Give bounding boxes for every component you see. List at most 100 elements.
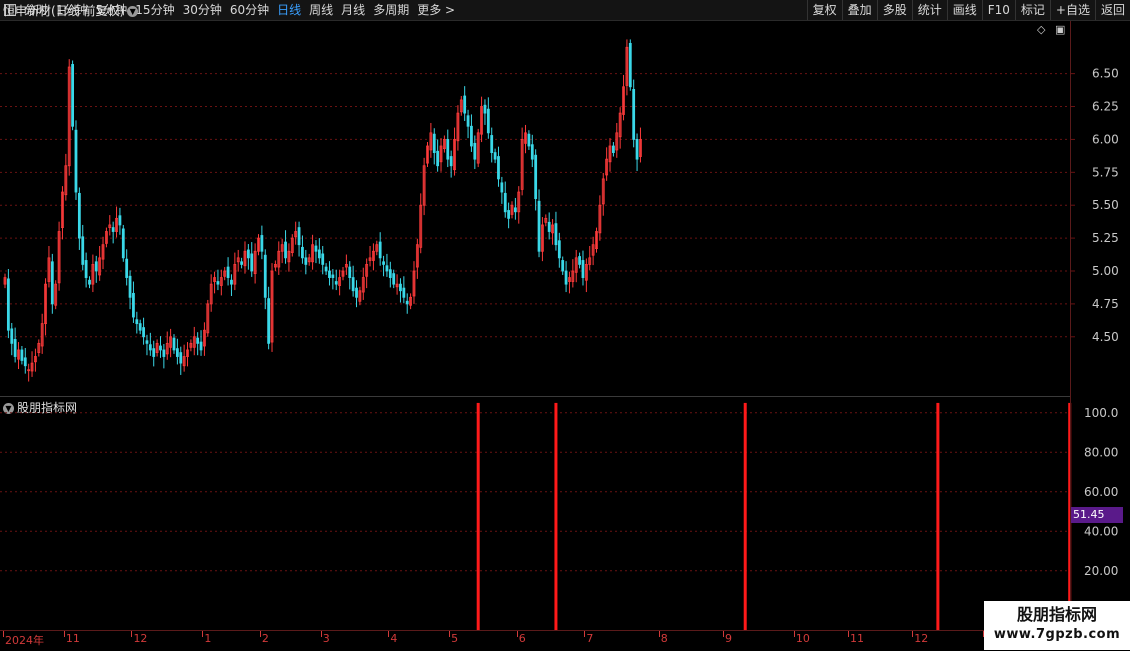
toolbar-action-button[interactable]: +自选 xyxy=(1049,0,1095,20)
candle-body xyxy=(503,192,507,213)
candle-body xyxy=(507,210,511,219)
toolbar: 分时 1分钟 5分钟 15分钟 30分钟 60分钟 日线 周线 月线 多周期 更多 > 复权 叠加 多股… xyxy=(0,0,1130,21)
date-tick xyxy=(658,631,660,637)
date-tick xyxy=(131,631,133,637)
date-tick xyxy=(202,631,204,637)
price-tick-label: 5.25 xyxy=(1092,231,1119,245)
candle-body xyxy=(483,104,487,114)
date-tick xyxy=(388,631,390,637)
indicator-tick-label: 40.00 xyxy=(1084,524,1118,538)
candle-body xyxy=(578,256,581,265)
diamond-icon[interactable]: ◇ xyxy=(1037,23,1045,36)
price-chart[interactable]: 6.50 6.25 6.00 5.75 5.50 5.25 5.00 4.75 4.50 xyxy=(0,21,1130,396)
date-tick xyxy=(3,631,4,637)
side-panel-edge[interactable] xyxy=(1120,21,1130,630)
indicator-tick-label: 60.00 xyxy=(1084,485,1118,499)
period-tab[interactable]: 多周期 xyxy=(369,0,413,20)
toolbar-actions: 复权 叠加 多股 统计 画线 F10 标记 +自选 返回 xyxy=(806,0,1130,20)
candle-body xyxy=(513,207,517,213)
period-tab[interactable]: 周线 xyxy=(305,0,337,20)
candle-body xyxy=(240,261,244,265)
period-tab[interactable]: 15分钟 xyxy=(131,0,178,20)
candle-body xyxy=(159,345,162,351)
candle-body xyxy=(446,139,450,160)
candle-body xyxy=(470,125,473,147)
period-tab[interactable]: 日线 xyxy=(273,0,305,20)
candle-body xyxy=(246,249,250,259)
date-label: 11 xyxy=(65,632,80,645)
toolbar-action-button[interactable]: 叠加 xyxy=(841,0,877,20)
indicator-tick-label: 100.0 xyxy=(1084,406,1118,420)
candle-body xyxy=(348,266,352,278)
candle-body xyxy=(385,265,389,272)
candle-body xyxy=(557,240,561,259)
candle-body xyxy=(635,139,639,160)
toolbar-action-button[interactable]: 返回 xyxy=(1094,0,1130,20)
candle-body xyxy=(486,108,490,134)
period-tab[interactable]: 月线 xyxy=(337,0,369,20)
toolbar-action-button[interactable]: 标记 xyxy=(1014,0,1050,20)
candle-body xyxy=(250,253,254,272)
candle-body xyxy=(23,357,27,367)
date-tick xyxy=(449,631,451,637)
toolbar-action-button[interactable]: 多股 xyxy=(876,0,912,20)
candle-body xyxy=(334,281,338,285)
date-label: 8 xyxy=(660,632,668,645)
date-label: 1 xyxy=(204,632,212,645)
date-label: 4 xyxy=(390,632,398,645)
candle-body xyxy=(132,292,135,318)
date-label: 12 xyxy=(133,632,148,645)
candle-body xyxy=(111,227,115,232)
candle-body xyxy=(314,245,318,252)
candle-body xyxy=(297,227,301,246)
candle-body xyxy=(561,260,565,272)
candle-body xyxy=(432,133,436,153)
price-tick-label: 4.75 xyxy=(1092,297,1119,311)
candle-body xyxy=(527,133,531,147)
candle-body xyxy=(94,261,98,272)
date-label: 7 xyxy=(586,632,594,645)
candle-body xyxy=(226,266,230,278)
chevron-down-icon[interactable]: ▼ xyxy=(127,6,139,17)
price-tick-label: 6.25 xyxy=(1092,100,1119,114)
candle-body xyxy=(355,287,358,298)
candle-body xyxy=(125,258,129,278)
date-tick xyxy=(259,631,261,637)
signal-bar xyxy=(936,402,940,630)
candle-body xyxy=(317,249,321,259)
candle-body xyxy=(399,283,402,292)
candle-body xyxy=(175,348,179,357)
candle-body xyxy=(612,145,615,153)
candle-body xyxy=(328,270,331,278)
date-label: 3 xyxy=(322,632,330,645)
watermark-url: www.7gpzb.com xyxy=(993,627,1121,642)
period-tab[interactable]: 60分钟 xyxy=(226,0,273,20)
candle-body xyxy=(84,260,88,278)
indicator-tick-label: 20.00 xyxy=(1084,564,1118,578)
toolbar-action-button[interactable]: 画线 xyxy=(946,0,982,20)
price-tick-label: 6.00 xyxy=(1092,132,1119,146)
stock-title[interactable]: 恒申新材(日线 前复权) ▼ xyxy=(3,2,139,19)
toolbar-action-button[interactable]: 统计 xyxy=(911,0,947,20)
candle-body xyxy=(81,236,85,265)
candle-body xyxy=(20,349,24,361)
candle-body xyxy=(490,135,494,153)
date-label: 2 xyxy=(261,632,269,645)
stock-title-text: 恒申新材(日线 前复权) xyxy=(3,4,125,18)
toolbar-action-button[interactable]: 复权 xyxy=(806,0,842,20)
price-tick-label: 4.50 xyxy=(1092,330,1119,344)
candle-body xyxy=(497,156,500,180)
period-tab[interactable]: 30分钟 xyxy=(179,0,226,20)
candle-body xyxy=(534,154,538,200)
date-tick xyxy=(63,631,65,637)
watermark: 股朋指标网 www.7gpzb.com xyxy=(984,601,1130,650)
period-tab[interactable]: 更多 > xyxy=(413,0,459,20)
toolbar-action-button[interactable]: F10 xyxy=(981,0,1015,20)
candle-body xyxy=(196,337,200,344)
indicator-chart[interactable]: 100.0 80.00 60.00 40.00 20.00 xyxy=(0,397,1130,630)
candle-body xyxy=(71,64,74,127)
panel-toggle-icon[interactable]: ▣ xyxy=(1055,23,1065,36)
date-tick xyxy=(516,631,518,637)
signal-bar xyxy=(743,402,747,630)
date-tick xyxy=(793,631,795,637)
